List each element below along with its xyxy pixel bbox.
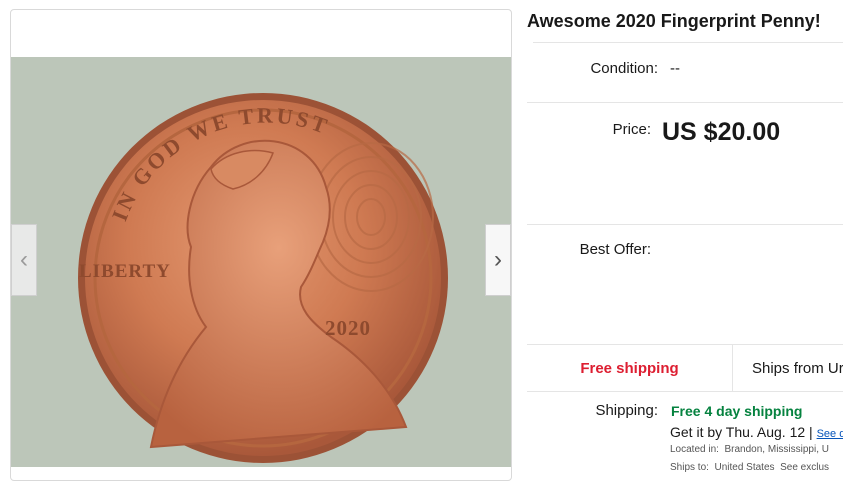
penny-image: IN GOD WE TRUST LIBERTY 2020 bbox=[11, 57, 511, 467]
delivery-estimate: Get it by Thu. Aug. 12 | See d bbox=[670, 424, 843, 440]
best-offer-label: Best Offer: bbox=[579, 241, 651, 258]
see-exclusions-link[interactable]: See exclus bbox=[780, 462, 829, 473]
tab-free-shipping[interactable]: Free shipping bbox=[527, 345, 733, 391]
location-line: Located in: Brandon, Mississippi, U bbox=[670, 444, 829, 455]
product-photo[interactable]: IN GOD WE TRUST LIBERTY 2020 bbox=[11, 57, 511, 467]
divider bbox=[533, 42, 843, 43]
shipping-label: Shipping: bbox=[595, 402, 658, 419]
delivery-text: Get it by Thu. Aug. 12 | bbox=[670, 424, 813, 440]
shipping-tabs: Free shipping Ships from Ur bbox=[527, 344, 843, 392]
gallery-prev-button[interactable]: ‹ bbox=[11, 224, 37, 296]
coin-year: 2020 bbox=[325, 316, 371, 340]
divider bbox=[527, 224, 843, 225]
condition-label: Condition: bbox=[590, 60, 658, 77]
coin-liberty: LIBERTY bbox=[79, 261, 171, 282]
see-details-link[interactable]: See d bbox=[817, 428, 843, 440]
chevron-right-icon: › bbox=[494, 246, 502, 273]
gallery-next-button[interactable]: › bbox=[485, 224, 511, 296]
price-label: Price: bbox=[612, 121, 651, 138]
ships-to-value: United States bbox=[714, 462, 775, 473]
ships-to-line: Ships to: United States See exclus bbox=[670, 462, 829, 473]
condition-value: -- bbox=[670, 60, 680, 77]
listing-title: Awesome 2020 Fingerprint Penny! bbox=[527, 11, 821, 31]
image-gallery: IN GOD WE TRUST LIBERTY 2020 ‹ › bbox=[10, 9, 512, 481]
shipping-value: Free 4 day shipping bbox=[671, 403, 803, 419]
price-value: US $20.00 bbox=[662, 118, 781, 146]
divider bbox=[527, 102, 843, 103]
located-value: Brandon, Mississippi, U bbox=[724, 444, 829, 455]
ships-to-label: Ships to: bbox=[670, 462, 709, 473]
chevron-left-icon: ‹ bbox=[20, 246, 28, 273]
located-label: Located in: bbox=[670, 444, 719, 455]
tab-ships-from[interactable]: Ships from Ur bbox=[734, 345, 843, 391]
